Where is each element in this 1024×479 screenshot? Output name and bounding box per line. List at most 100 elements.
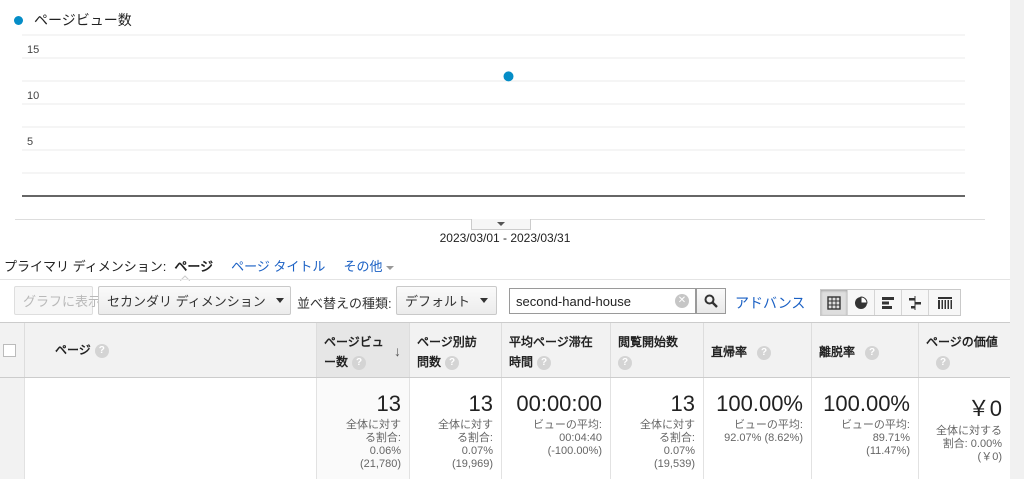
help-icon[interactable]: ? [537,355,552,370]
help-icon[interactable]: ? [352,355,367,370]
table-filter-value: second-hand-house [516,293,631,309]
help-icon[interactable]: ? [865,345,880,360]
clear-search-icon[interactable]: ✕ [675,294,689,308]
comparison-view-button[interactable] [902,290,929,315]
totals-exit-value: 100.00% [823,391,910,416]
totals-pageviews-sub2: る割合: [364,432,401,444]
search-button[interactable] [696,288,726,314]
y-tick-label: 15 [27,44,39,56]
unique-header-line1: ページ別訪 [417,335,477,349]
help-icon[interactable]: ? [618,355,632,370]
dimension-more-dropdown[interactable]: その他 [343,256,395,275]
primary-dimension-label: プライマリ ディメンション: [4,259,167,274]
entrances-header-label: 閲覧開始数 [618,335,679,349]
table-view-button[interactable] [821,290,848,315]
totals-bounce-sub2: 92.07% (8.62%) [724,432,803,444]
select-all-checkbox[interactable] [3,344,16,357]
column-header-pageviews[interactable]: ページビュー数? ↓ [317,323,410,378]
totals-entrances-value: 13 [670,391,695,416]
dimension-page-title-link[interactable]: ページ タイトル [231,256,325,275]
pageviews-chart: 15 10 5 2023/03/01 - 2023/03/31 [0,30,1010,245]
legend-label: ページビュー数 [34,12,132,28]
sort-type-dropdown[interactable]: デフォルト [396,286,497,315]
secondary-dimension-dropdown[interactable]: セカンダリ ディメンション [98,286,291,315]
pie-view-button[interactable] [848,290,875,315]
totals-unique-sub2: る割合: [456,432,493,444]
column-header-page-value[interactable]: ページの価値? [919,323,1010,378]
exit-header-label: 離脱率 [819,345,856,359]
totals-unique-sub1: 全体に対す [438,419,493,431]
plot-rows-label: グラフに表示 [23,294,102,309]
column-header-entrances[interactable]: 閲覧開始数? [611,323,704,378]
totals-page-value-sub2: 割合: 0.00% [942,438,1002,450]
data-point[interactable] [503,71,514,82]
totals-entrances-sub4: (19,539) [654,458,695,470]
totals-unique-sub4: (19,969) [452,458,493,470]
totals-exit-sub2: 89.71% [872,432,910,444]
totals-page-value-sub3: (￥0) [977,451,1002,463]
totals-avg-time-cell: 00:00:00 ビューの平均: 00:04:40 (-100.00%) [502,378,611,479]
column-header-page[interactable]: ページ? [25,323,317,378]
column-header-unique-pageviews[interactable]: ページ別訪問数? [410,323,502,378]
sort-descending-icon[interactable]: ↓ [394,343,401,359]
plot-rows-button[interactable]: グラフに表示 [14,286,101,315]
active-dimension-pointer-icon [180,275,190,281]
totals-entrances-sub1: 全体に対す [640,419,695,431]
totals-avg-time-sub2: 00:04:40 [559,432,602,444]
pivot-view-button[interactable] [929,290,960,315]
y-tick-label: 10 [27,90,39,102]
totals-unique-sub3: 0.07% [461,445,493,457]
help-icon[interactable]: ? [94,343,109,358]
performance-view-button[interactable] [875,290,902,315]
advanced-filter-link[interactable]: アドバンス [735,293,805,313]
help-icon[interactable]: ? [757,345,772,360]
totals-exit-sub1: ビューの平均: [840,419,910,431]
totals-pageviews-sub3: 0.06% [369,445,401,457]
column-header-avg-time[interactable]: 平均ページ滞在 時間? [502,323,611,378]
table-filter-input[interactable]: second-hand-house [509,288,696,314]
y-tick-label: 5 [27,136,33,148]
totals-bounce-sub1: ビューの平均: [733,419,803,431]
help-icon[interactable]: ? [445,355,460,370]
totals-page-value-value: ￥0 [967,396,1002,421]
column-header-exit-rate[interactable]: 離脱率? [812,323,919,378]
totals-bounce-value: 100.00% [716,391,803,416]
caret-down-icon [386,265,395,270]
chart-legend: ページビュー数 [14,10,132,30]
dimension-more-label: その他 [343,259,383,274]
totals-avg-time-value: 00:00:00 [516,391,602,416]
totals-pageviews-sub1: 全体に対す [346,419,401,431]
totals-pageviews-value: 13 [376,391,401,416]
search-icon [704,294,718,308]
totals-select-cell [0,378,25,479]
bounce-header-label: 直帰率 [711,345,748,359]
legend-dot-icon [14,15,23,25]
chart-collapse-toggle[interactable] [471,219,531,230]
totals-unique-value: 13 [468,391,493,416]
totals-entrances-sub2: る割合: [658,432,695,444]
totals-page-cell [25,378,317,479]
table-view-switcher [820,289,961,316]
pageviews-header-line1: ページビュ [324,335,384,349]
unique-header-line2: 問数 [417,355,442,369]
column-header-bounce-rate[interactable]: 直帰率? [704,323,812,378]
totals-page-value-cell: ￥0 全体に対する 割合: 0.00% (￥0) [919,378,1010,479]
totals-pageviews-sub4: (21,780) [360,458,401,470]
bar-view-icon [882,296,894,309]
totals-entrances-sub3: 0.07% [663,445,695,457]
totals-bounce-cell: 100.00% ビューの平均: 92.07% (8.62%) [704,378,812,479]
page-value-header-label: ページの価値 [926,335,998,349]
column-header-page-label: ページ [55,343,91,357]
dropdown-arrow-icon [275,298,284,303]
page-scrollbar[interactable] [1010,0,1024,479]
help-icon[interactable]: ? [936,355,950,370]
totals-exit-sub3: (11.47%) [866,445,910,457]
pageviews-header-line2: ー数 [324,355,349,369]
table-view-icon [827,295,841,310]
pie-view-icon [855,295,868,309]
chart-canvas: 15 10 5 [22,34,965,197]
totals-exit-cell: 100.00% ビューの平均: 89.71% (11.47%) [812,378,919,479]
dimension-page-active[interactable]: ページ [174,256,213,275]
secondary-dimension-label: セカンダリ ディメンション [107,294,266,309]
avg-time-header-line1: 平均ページ滞在 [509,335,593,349]
